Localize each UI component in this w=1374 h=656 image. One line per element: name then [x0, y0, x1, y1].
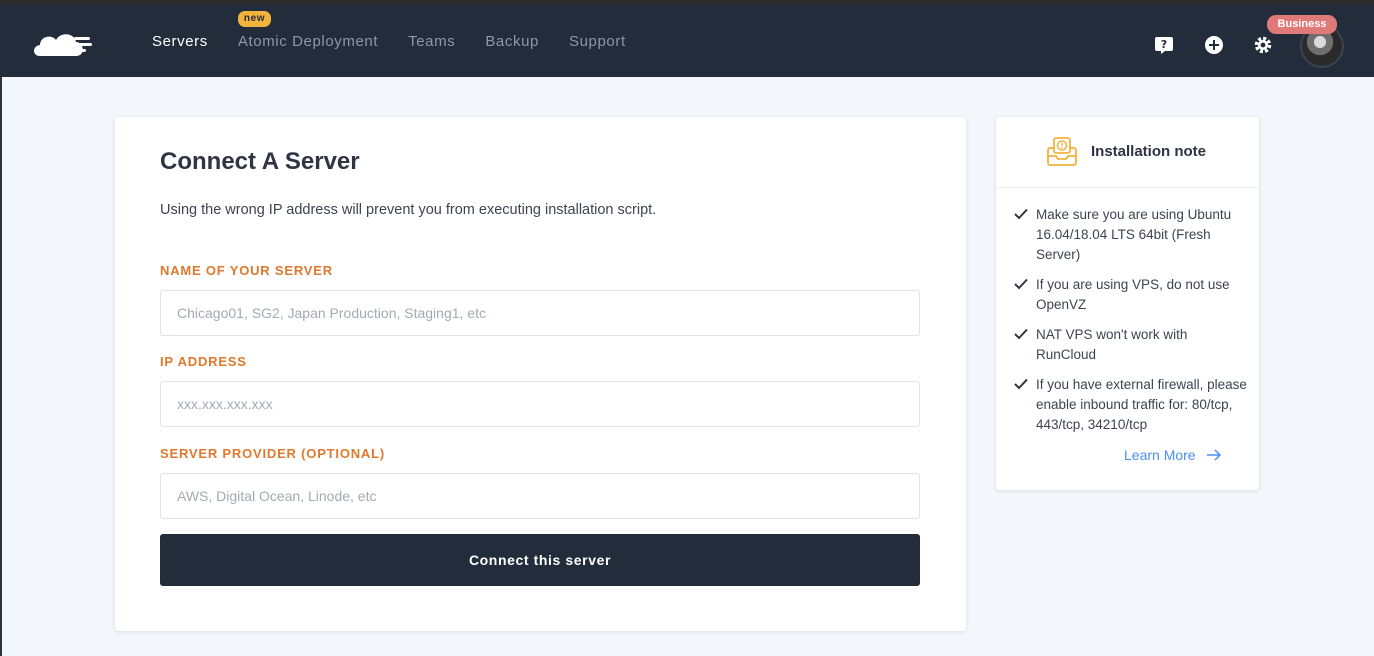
server-provider-label: SERVER PROVIDER (OPTIONAL) [160, 446, 385, 461]
help-icon[interactable]: ? [1154, 35, 1174, 55]
learn-more-link[interactable]: Learn More [1124, 447, 1222, 463]
check-icon [1014, 278, 1028, 290]
connect-server-card: Connect A Server Using the wrong IP addr… [115, 117, 966, 631]
connect-server-button[interactable]: Connect this server [160, 534, 920, 586]
nav-item-label: Atomic Deployment [237, 33, 379, 50]
list-item-text: Make sure you are using Ubuntu 16.04/18.… [1036, 207, 1232, 262]
nav-item-backup[interactable]: Backup [485, 33, 539, 50]
installation-note-card: Installation note Make sure you are usin… [996, 117, 1259, 490]
nav-item-servers[interactable]: Servers [152, 33, 208, 50]
server-provider-input[interactable] [160, 473, 920, 519]
list-item-text: If you are using VPS, do not use OpenVZ [1036, 277, 1230, 312]
svg-text:?: ? [1161, 38, 1167, 51]
nav-item-label: Support [568, 33, 626, 50]
ip-address-input[interactable] [160, 381, 920, 427]
check-icon [1014, 378, 1028, 390]
warning-inbox-icon [1047, 137, 1077, 166]
plan-badge: Business [1267, 15, 1337, 34]
list-item: NAT VPS won't work with RunCloud [1014, 325, 1250, 365]
list-item: Make sure you are using Ubuntu 16.04/18.… [1014, 205, 1250, 265]
list-item-text: If you have external firewall, please en… [1036, 377, 1247, 432]
list-item: If you are using VPS, do not use OpenVZ [1014, 275, 1250, 315]
new-badge: new [237, 11, 272, 27]
arrow-right-icon [1206, 449, 1221, 461]
check-icon [1014, 328, 1028, 340]
nav-item-label: Backup [485, 33, 539, 50]
server-name-label: NAME OF YOUR SERVER [160, 263, 333, 278]
server-name-input[interactable] [160, 290, 920, 336]
page-description: Using the wrong IP address will prevent … [160, 202, 657, 218]
list-item-text: NAT VPS won't work with RunCloud [1036, 327, 1188, 362]
nav-item-label: Servers [152, 33, 208, 50]
nav-item-support[interactable]: Support [569, 33, 626, 50]
installation-note-header: Installation note [996, 117, 1259, 188]
ip-address-label: IP ADDRESS [160, 354, 247, 369]
list-item: If you have external firewall, please en… [1014, 375, 1250, 435]
runcloud-logo-icon[interactable] [30, 26, 94, 62]
nav-item-teams[interactable]: Teams [408, 33, 455, 50]
learn-more-label: Learn More [1124, 447, 1196, 463]
settings-icon[interactable] [1253, 35, 1273, 55]
main-nav: Servers new Atomic Deployment Teams Back… [152, 11, 656, 50]
nav-item-label: Teams [408, 33, 456, 50]
window-edge [0, 77, 2, 656]
nav-item-atomic-deployment[interactable]: new Atomic Deployment [237, 11, 379, 50]
installation-note-list: Make sure you are using Ubuntu 16.04/18.… [1014, 205, 1250, 445]
page-title: Connect A Server [160, 148, 360, 175]
top-navigation-bar: Servers new Atomic Deployment Teams Back… [0, 0, 1374, 77]
add-icon[interactable] [1204, 35, 1224, 55]
check-icon [1014, 208, 1028, 220]
installation-note-title: Installation note [1091, 143, 1207, 160]
